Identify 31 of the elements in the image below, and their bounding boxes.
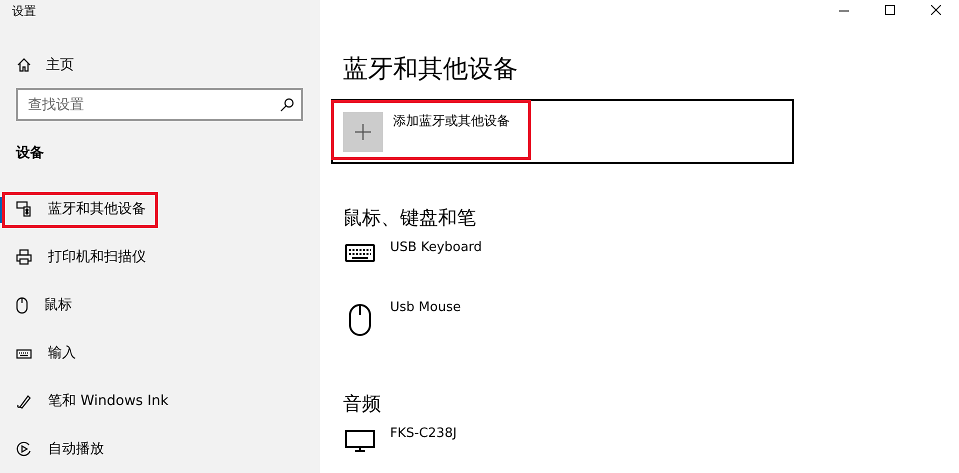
group-heading: 音频 (342, 392, 382, 416)
search-field[interactable]: 查找设置 (16, 88, 303, 121)
device-name[interactable]: Usb Mouse (390, 298, 461, 350)
mouse-icon (348, 304, 372, 336)
home-icon (16, 57, 32, 73)
add-device-button[interactable]: 添加蓝牙或其他设备 (343, 112, 510, 152)
close-icon (931, 5, 941, 15)
autoplay-icon (16, 441, 32, 457)
maximize-icon (885, 5, 895, 15)
sidebar-item[interactable]: 蓝牙和其他设备 (0, 185, 320, 233)
section-heading: 设备 (14, 144, 45, 163)
device-name[interactable]: USB Keyboard (390, 238, 482, 290)
sidebar-item[interactable]: 自动播放 (0, 425, 320, 473)
sidebar-item[interactable]: 打印机和扫描仪 (0, 233, 320, 281)
device-keyboard-icon (16, 201, 32, 217)
sidebar-item[interactable]: 笔和 Windows Ink (0, 377, 320, 425)
window-title: 设置 (11, 3, 37, 20)
home-nav-item[interactable]: 主页 (0, 48, 320, 82)
monitor-icon (345, 430, 375, 452)
sidebar-item[interactable]: 鼠标 (0, 281, 320, 329)
keyboard-icon (16, 348, 32, 358)
group-heading: 鼠标、键盘和笔 (342, 206, 477, 230)
page-title: 蓝牙和其他设备 (343, 53, 518, 85)
sidebar-item[interactable]: 输入 (0, 329, 320, 377)
device-name[interactable]: FKS-C238J (390, 424, 457, 473)
plus-icon (343, 112, 383, 152)
printer-icon (16, 249, 32, 265)
mouse-icon (16, 296, 28, 314)
keyboard-icon (345, 244, 375, 262)
search-icon (280, 98, 294, 112)
pen-icon (16, 393, 32, 409)
